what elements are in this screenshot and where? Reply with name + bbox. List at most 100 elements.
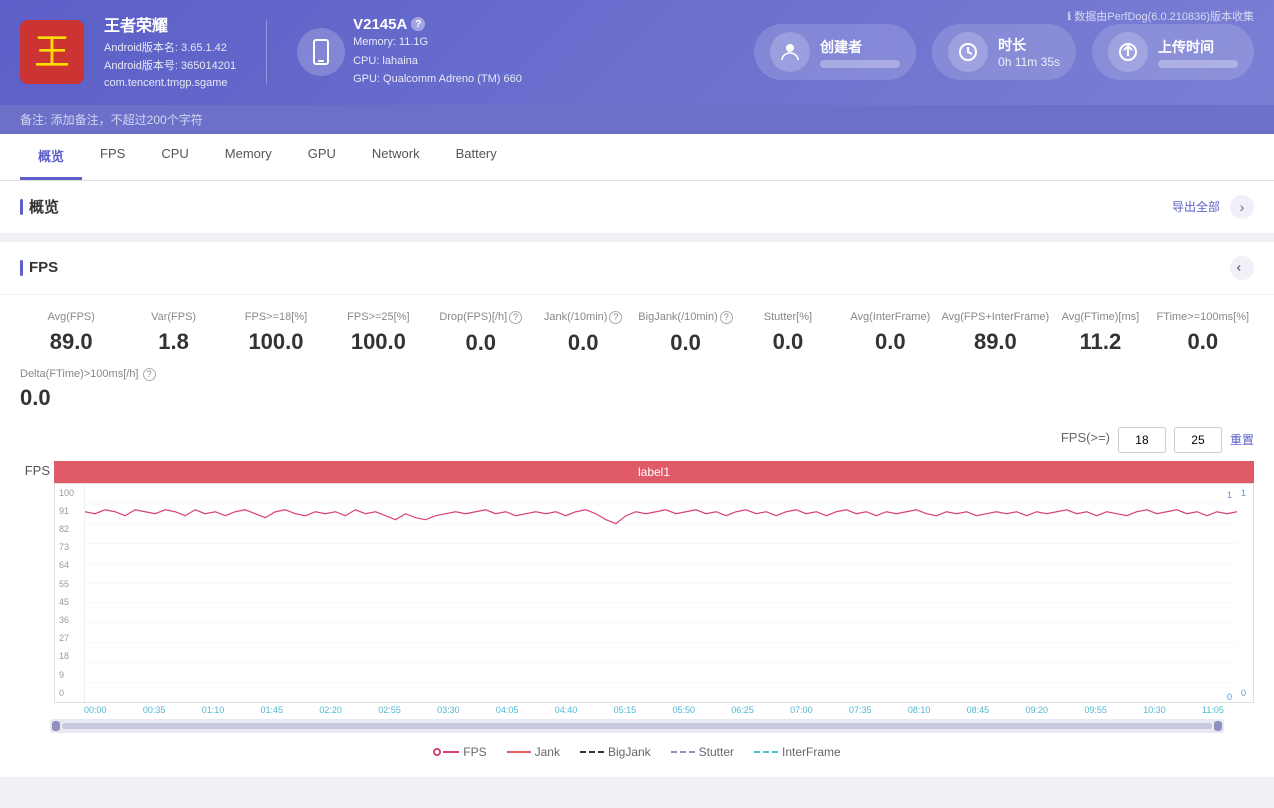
stat-bigjank: BigJank(/10min) ? 0.0	[634, 311, 736, 356]
stat-avg-fps: Avg(FPS) 89.0	[20, 311, 122, 356]
watermark-text: 数据由PerfDog(6.0.210836)版本收集	[1074, 8, 1254, 24]
legend-stutter-label: Stutter	[699, 745, 734, 759]
legend-stutter-line	[671, 751, 695, 753]
right-y-top: 1	[1241, 488, 1249, 498]
fps-line-chart: 1 0	[85, 484, 1237, 702]
stat-var-fps-value: 1.8	[122, 329, 224, 355]
stat-duration: 时长 0h 11m 35s	[932, 24, 1076, 80]
fps-collapse-button[interactable]: ⌄	[1230, 256, 1254, 280]
legend-bigjank-label: BigJank	[608, 745, 651, 759]
tab-memory[interactable]: Memory	[207, 134, 290, 180]
tab-cpu[interactable]: CPU	[143, 134, 206, 180]
fps-section: FPS ⌄ Avg(FPS) 89.0 Var(FPS) 1.8 FPS>=18…	[0, 242, 1274, 777]
fps-threshold-1[interactable]	[1118, 427, 1166, 453]
fps-sub-stat: Delta(FTime)>100ms[/h] ? 0.0	[0, 364, 1274, 427]
note-placeholder[interactable]: 备注: 添加备注，不超过200个字符	[20, 113, 203, 127]
app-android-v2: Android版本号: 365014201	[104, 58, 236, 76]
stat-fps-gte25: FPS>=25[%] 100.0	[327, 311, 429, 356]
legend-interframe-line	[754, 751, 778, 753]
header-stats: 创建者 时长 0h 11m 35s	[754, 24, 1254, 80]
overview-title: 概览	[20, 196, 59, 217]
stat-upload: 上传时间	[1092, 24, 1254, 80]
jank-help-icon[interactable]: ?	[609, 311, 622, 324]
export-button[interactable]: 导出全部	[1172, 198, 1220, 215]
stat-ftime-gte100-value: 0.0	[1152, 329, 1254, 355]
device-section: V2145A ? Memory: 11.1G CPU: lahaina GPU:…	[297, 16, 522, 89]
chart-controls: FPS(>=) 重置	[20, 427, 1254, 453]
stat-avg-ftime-value: 11.2	[1049, 329, 1151, 355]
stat-jank-value: 0.0	[532, 330, 634, 356]
stat-avg-fps-value: 89.0	[20, 329, 122, 355]
collapse-button[interactable]: ›	[1230, 195, 1254, 219]
fps-chart[interactable]: 100 91 82 73 64 55 45 36 27 18 9 0	[54, 483, 1254, 703]
stat-drop-fps: Drop(FPS)[/h] ? 0.0	[430, 311, 532, 356]
note-bar: 备注: 添加备注，不超过200个字符	[0, 105, 1274, 134]
device-info-icon[interactable]: ?	[411, 17, 425, 31]
legend-bigjank: BigJank	[580, 745, 651, 759]
legend-jank: Jank	[507, 745, 560, 759]
drop-fps-help-icon[interactable]: ?	[509, 311, 522, 324]
fps-gte-label: FPS(>=)	[1061, 430, 1110, 445]
legend-fps: FPS	[433, 745, 486, 759]
stat-stutter-value: 0.0	[737, 329, 839, 355]
sub-stat-value: 0.0	[20, 385, 1254, 411]
stat-jank: Jank(/10min) ? 0.0	[532, 311, 634, 356]
chart-scrollbar[interactable]	[50, 719, 1224, 733]
watermark: ℹ 数据由PerfDog(6.0.210836)版本收集	[1067, 8, 1254, 24]
device-cpu: CPU: lahaina	[353, 52, 522, 71]
overview-section: 概览 导出全部 ›	[0, 181, 1274, 234]
scrollbar-right-handle[interactable]	[1214, 721, 1222, 731]
upload-icon	[1108, 32, 1148, 72]
upload-label: 上传时间	[1158, 37, 1238, 57]
device-icon	[297, 28, 345, 76]
legend-jank-line	[507, 751, 531, 753]
creator-icon	[770, 32, 810, 72]
sub-stat-help-icon[interactable]: ?	[143, 368, 156, 381]
device-name: V2145A ?	[353, 16, 522, 33]
stat-avg-fps-interframe: Avg(FPS+InterFrame) 89.0	[942, 311, 1050, 356]
legend-bigjank-line	[580, 751, 604, 753]
scrollbar-track[interactable]	[62, 723, 1212, 729]
stat-avg-interframe: Avg(InterFrame) 0.0	[839, 311, 941, 356]
stat-var-fps: Var(FPS) 1.8	[122, 311, 224, 356]
tab-network[interactable]: Network	[354, 134, 438, 180]
legend-stutter: Stutter	[671, 745, 734, 759]
stat-stutter: Stutter[%] 0.0	[737, 311, 839, 356]
stat-fps-gte18-value: 100.0	[225, 329, 327, 355]
app-android-v1: Android版本名: 3.65.1.42	[104, 40, 236, 58]
app-name: 王者荣耀	[104, 12, 236, 36]
svg-text:王: 王	[34, 31, 70, 72]
scrollbar-left-handle[interactable]	[52, 721, 60, 731]
fps-threshold-2[interactable]	[1174, 427, 1222, 453]
fps-title: FPS	[20, 259, 58, 276]
fps-section-header: FPS ⌄	[0, 242, 1274, 295]
legend-interframe-label: InterFrame	[782, 745, 841, 759]
stat-creator: 创建者	[754, 24, 916, 80]
right-y-axis: 1 0	[1237, 484, 1253, 702]
bigjank-help-icon[interactable]: ?	[720, 311, 733, 324]
y-axis: 100 91 82 73 64 55 45 36 27 18 9 0	[55, 484, 85, 702]
fps-chart-area: FPS(>=) 重置 FPS label1 100 91 82 73 64	[0, 427, 1274, 777]
tab-overview[interactable]: 概览	[20, 134, 82, 180]
chart-legend: FPS Jank BigJank Stutter InterFrame	[20, 737, 1254, 767]
tab-gpu[interactable]: GPU	[290, 134, 354, 180]
app-icon: 王	[20, 20, 84, 84]
watermark-icon: ℹ	[1067, 10, 1071, 23]
duration-value: 0h 11m 35s	[998, 55, 1060, 69]
legend-jank-label: Jank	[535, 745, 560, 759]
svg-text:0: 0	[1227, 692, 1232, 702]
stat-avg-interframe-value: 0.0	[839, 329, 941, 355]
tab-battery[interactable]: Battery	[438, 134, 515, 180]
stat-avg-fps-interframe-value: 89.0	[942, 329, 1050, 355]
tab-fps[interactable]: FPS	[82, 134, 143, 180]
creator-label: 创建者	[820, 37, 900, 57]
duration-label: 时长	[998, 35, 1060, 55]
app-info: 王者荣耀 Android版本名: 3.65.1.42 Android版本号: 3…	[104, 12, 236, 93]
duration-icon	[948, 32, 988, 72]
legend-interframe: InterFrame	[754, 745, 841, 759]
x-axis-labels: 00:00 00:35 01:10 01:45 02:20 02:55 03:3…	[54, 705, 1254, 715]
fps-stats-grid: Avg(FPS) 89.0 Var(FPS) 1.8 FPS>=18[%] 10…	[0, 295, 1274, 364]
reset-button[interactable]: 重置	[1230, 431, 1254, 448]
stat-fps-gte25-value: 100.0	[327, 329, 429, 355]
upload-value-bar	[1158, 60, 1238, 68]
